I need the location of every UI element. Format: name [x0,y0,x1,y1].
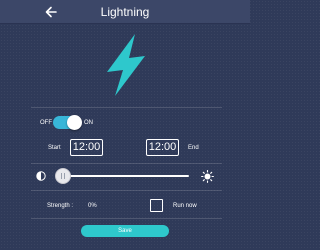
divider [31,218,222,219]
strength-value: 0% [88,203,97,209]
divider [31,190,222,191]
save-button[interactable]: Save [81,225,169,237]
start-time-picker[interactable]: 12:00 [70,139,103,156]
lightning-bolt-icon [107,34,145,96]
brightness-slider-thumb[interactable] [55,168,71,184]
off-label: OFF [40,120,52,126]
power-toggle-knob[interactable] [67,115,82,130]
page-title: Lightning [100,5,150,19]
divider [31,163,222,164]
slider-grip [61,173,65,179]
strength-label: Strength : [47,203,74,209]
brightness-slider-track[interactable] [56,175,189,177]
run-now-checkbox[interactable] [150,199,163,212]
end-label: End [188,145,199,151]
start-label: Start [48,145,61,151]
on-label: ON [84,120,93,126]
half-circle-icon [36,171,46,181]
end-time-picker[interactable]: 12:00 [146,139,179,156]
divider [31,107,222,108]
header-bar: Lightning [0,0,250,24]
run-now-label: Run now [173,203,197,209]
sun-icon [201,170,214,183]
